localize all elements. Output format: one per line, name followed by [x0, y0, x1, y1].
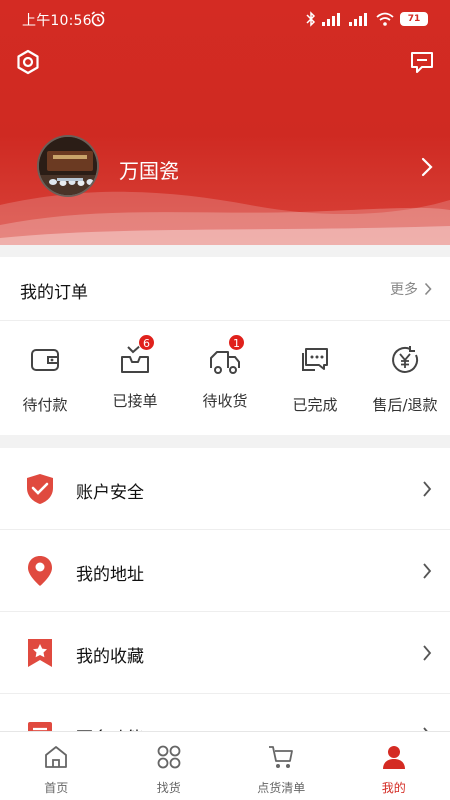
bottom-tab-bar: 首页 找货 点货清单 我的 — [0, 731, 450, 800]
menu-item-my-favorites[interactable]: 我的收藏 — [0, 612, 450, 694]
bookmark-star-icon — [28, 639, 52, 667]
menu-item-label: 账户安全 — [76, 483, 144, 503]
menu-item-my-address[interactable]: 我的地址 — [0, 530, 450, 612]
location-pin-icon — [28, 556, 52, 586]
signal-icon — [349, 13, 367, 26]
orders-title: 我的订单 — [20, 283, 88, 303]
user-icon — [382, 746, 405, 769]
order-item-after-sales[interactable]: 售后/退款 — [360, 343, 450, 415]
order-item-label: 待付款 — [22, 396, 68, 414]
message-icon[interactable] — [408, 48, 436, 76]
chevron-right-icon — [423, 645, 432, 661]
settings-icon[interactable] — [14, 48, 42, 76]
yen-refund-icon — [392, 346, 419, 373]
signal-icon — [322, 13, 340, 26]
tab-label: 找货 — [156, 781, 181, 795]
chevron-right-icon — [424, 282, 432, 296]
menu-item-label: 我的收藏 — [76, 647, 144, 667]
profile-header: 上午10:56 71 万国瓷 — [0, 0, 450, 245]
tab-mine[interactable]: 我的 — [338, 732, 450, 800]
battery-indicator: 71 — [400, 12, 428, 26]
tab-cart-list[interactable]: 点货清单 — [225, 732, 338, 800]
order-item-label: 待收货 — [202, 392, 248, 410]
avatar-image — [39, 137, 97, 195]
order-item-accepted[interactable]: 6 已接单 — [90, 334, 180, 415]
home-icon — [45, 746, 68, 768]
chevron-right-icon — [423, 481, 432, 497]
profile-row[interactable]: 万国瓷 — [0, 135, 450, 199]
order-item-label: 已接单 — [112, 392, 158, 410]
order-item-completed[interactable]: 已完成 — [270, 343, 360, 415]
order-status-row: 待付款 6 已接单 1 待收货 已完成 售后/退款 — [0, 334, 450, 415]
order-item-label: 售后/退款 — [372, 396, 438, 414]
bluetooth-icon — [306, 11, 316, 27]
grid-icon — [157, 745, 181, 769]
menu-list: 账户安全 我的地址 我的收藏 更多功能 — [0, 448, 450, 738]
order-item-to-receive[interactable]: 1 待收货 — [180, 334, 270, 415]
tab-home[interactable]: 首页 — [0, 732, 113, 800]
cart-icon — [269, 746, 294, 768]
chevron-right-icon — [423, 563, 432, 579]
menu-item-account-security[interactable]: 账户安全 — [0, 448, 450, 530]
alarm-icon — [91, 11, 105, 27]
tab-label: 我的 — [381, 781, 406, 795]
orders-header[interactable]: 我的订单 更多 — [0, 257, 450, 321]
status-bar: 上午10:56 71 — [0, 0, 450, 38]
username: 万国瓷 — [119, 159, 179, 183]
shield-check-icon — [27, 474, 53, 504]
wifi-icon — [376, 12, 394, 26]
tab-label: 首页 — [44, 781, 69, 795]
order-item-pending-payment[interactable]: 待付款 — [0, 343, 90, 415]
chevron-right-icon[interactable] — [420, 157, 434, 177]
order-badge: 6 — [138, 334, 155, 351]
order-badge: 1 — [228, 334, 245, 351]
menu-item-label: 我的地址 — [76, 565, 144, 585]
chat-dots-icon — [302, 348, 328, 371]
tab-find-goods[interactable]: 找货 — [113, 732, 226, 800]
status-time: 上午10:56 — [22, 13, 92, 29]
avatar[interactable] — [37, 135, 99, 197]
more-orders-link[interactable]: 更多 — [390, 279, 432, 299]
more-label: 更多 — [390, 282, 418, 298]
tab-label: 点货清单 — [257, 781, 306, 795]
order-item-label: 已完成 — [292, 396, 338, 414]
orders-card: 我的订单 更多 待付款 6 已接单 1 待收货 已完成 售后/退款 — [0, 257, 450, 435]
wallet-icon — [31, 349, 59, 371]
